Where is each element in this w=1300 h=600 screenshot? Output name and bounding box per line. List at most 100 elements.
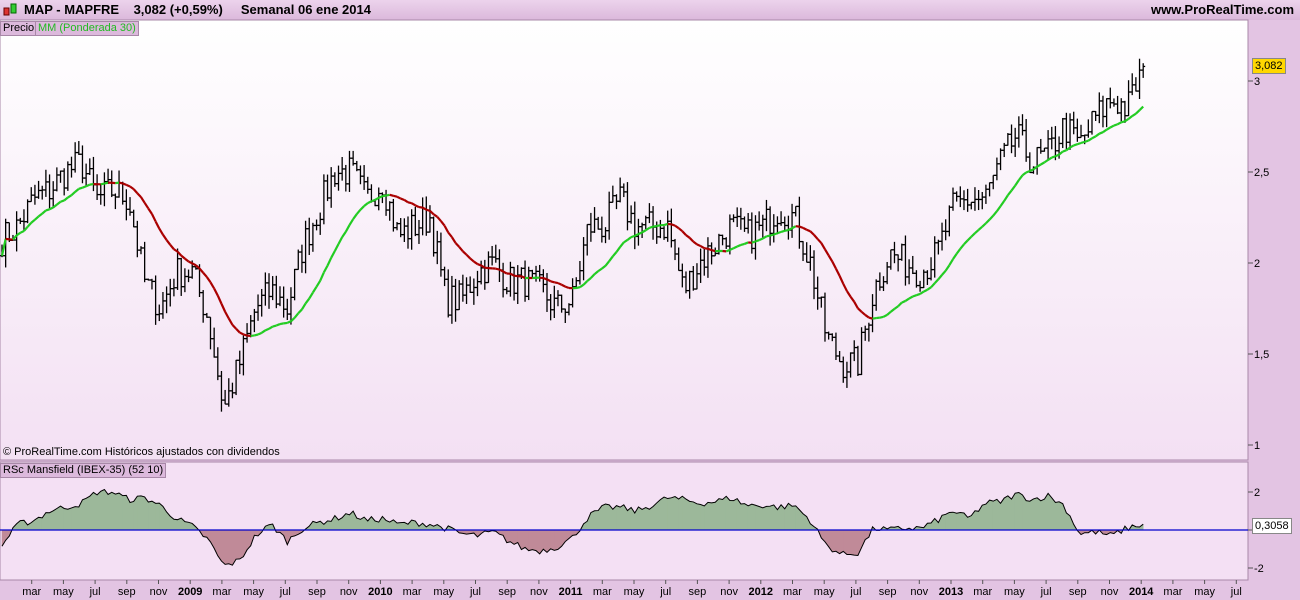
rsc-area-segment — [159, 502, 164, 531]
ma-segment — [60, 199, 65, 203]
ma-segment — [554, 281, 559, 285]
rsc-area-segment — [107, 491, 112, 531]
rsc-area-segment — [641, 507, 647, 531]
rsc-area-segment — [755, 504, 760, 531]
rsc-area-segment — [224, 529, 230, 565]
rsc-area-segment — [1018, 492, 1023, 531]
rsc-area-segment — [660, 496, 665, 531]
price-tag[interactable]: Precio — [0, 21, 38, 36]
ma-segment — [389, 193, 394, 197]
rsc-area-segment — [678, 495, 683, 531]
rsc-area-segment — [850, 529, 855, 556]
x-tick-label: 2009 — [178, 586, 202, 598]
x-tick-label: 2014 — [1129, 586, 1154, 598]
ma-segment — [912, 294, 917, 298]
rsc-area-segment — [967, 515, 972, 531]
ma-segment — [125, 183, 131, 188]
rsc-area-segment — [766, 505, 771, 531]
rsc-area-segment — [1033, 497, 1038, 531]
ma-segment — [784, 228, 789, 232]
x-tick-label: may — [814, 586, 835, 598]
y-tick-label: 2 — [1254, 258, 1260, 270]
x-tick-label: 2012 — [749, 586, 773, 598]
rsc-area-segment — [1058, 501, 1063, 531]
rsc-area-segment — [528, 529, 533, 551]
rsc-area-segment — [843, 529, 848, 556]
rsc-area-segment — [645, 507, 650, 531]
rsc-area-segment — [52, 508, 58, 531]
ma-segment — [729, 247, 734, 251]
ma-segment — [868, 316, 873, 320]
x-tick-label: jul — [1230, 586, 1242, 598]
ma-segment — [799, 225, 804, 229]
ma-segment — [45, 208, 50, 212]
y-tick-label: 2,5 — [1254, 167, 1269, 179]
ma-segment — [1029, 168, 1034, 172]
ma-segment — [557, 282, 563, 286]
ma-segment — [755, 239, 760, 243]
x-tick-label: may — [53, 586, 74, 598]
x-tick-label: sep — [118, 586, 136, 598]
rsc-y-tick-label: -2 — [1254, 563, 1264, 575]
ma-segment — [564, 285, 570, 290]
x-tick-label: nov — [1101, 586, 1119, 598]
rsc-area-segment — [722, 495, 727, 531]
x-tick-label: nov — [910, 586, 928, 598]
rsc-area-segment — [711, 501, 716, 531]
chart-canvas[interactable]: 11,522,5320-2marmayjulsepnov2009marmayju… — [0, 0, 1300, 600]
rsc-area-segment — [137, 495, 142, 531]
rsc-area-segment — [733, 498, 738, 531]
rsc-area-segment — [788, 502, 793, 531]
ma-segment — [652, 225, 657, 228]
rsc-area-segment — [535, 529, 540, 555]
x-tick-label: mar — [212, 586, 231, 598]
rsc-area-segment — [96, 490, 102, 531]
ma-segment — [1080, 140, 1085, 145]
ma-segment — [371, 198, 376, 203]
rsc-area-segment — [1055, 501, 1060, 531]
ma-segment — [766, 234, 771, 238]
rsc-area-segment — [652, 502, 657, 531]
rsc-area-segment — [594, 510, 599, 531]
rsc-area-segment — [619, 504, 625, 531]
rsc-area-segment — [601, 503, 606, 531]
ma-tag[interactable]: MM (Ponderada 30) — [35, 21, 139, 36]
x-tick-label: may — [624, 586, 645, 598]
rsc-y-tick-label: 2 — [1254, 487, 1260, 499]
rsc-area-segment — [67, 507, 72, 531]
rsc-area-segment — [93, 491, 98, 531]
ma-segment — [1054, 153, 1060, 158]
rsc-area-segment — [740, 503, 745, 531]
rsc-area-segment — [184, 521, 189, 531]
x-tick-label: nov — [150, 586, 168, 598]
rsc-area-segment — [122, 495, 127, 531]
x-tick-label: jul — [659, 586, 671, 598]
ma-segment — [118, 181, 123, 185]
ma-segment — [1084, 139, 1089, 143]
rsc-area-segment — [550, 529, 555, 551]
rsc-area-segment — [952, 511, 957, 531]
rsc-area-segment — [400, 522, 405, 531]
rsc-area-segment — [605, 503, 610, 531]
rsc-area-segment — [1003, 495, 1009, 531]
rsc-area-segment — [521, 529, 526, 550]
ma-segment — [382, 194, 387, 198]
rsc-area-segment — [985, 499, 990, 531]
ma-segment — [89, 182, 94, 186]
x-tick-label: may — [1004, 586, 1025, 598]
ma-segment — [1098, 131, 1104, 135]
rsc-tag[interactable]: RSc Mansfield (IBEX-35) (52 10) — [0, 463, 167, 478]
rsc-area-segment — [85, 495, 91, 531]
ma-segment — [758, 237, 764, 242]
rsc-area-segment — [356, 517, 361, 531]
rsc-area-segment — [20, 520, 25, 531]
ma-segment — [1073, 143, 1078, 147]
ma-segment — [243, 333, 248, 337]
ma-segment — [82, 185, 87, 189]
rsc-area-segment — [411, 519, 416, 531]
x-tick-label: nov — [340, 586, 358, 598]
x-tick-label: jul — [1040, 586, 1052, 598]
rsc-area-segment — [949, 511, 954, 531]
rsc-area-segment — [832, 529, 837, 553]
rsc-area-segment — [1014, 492, 1020, 531]
